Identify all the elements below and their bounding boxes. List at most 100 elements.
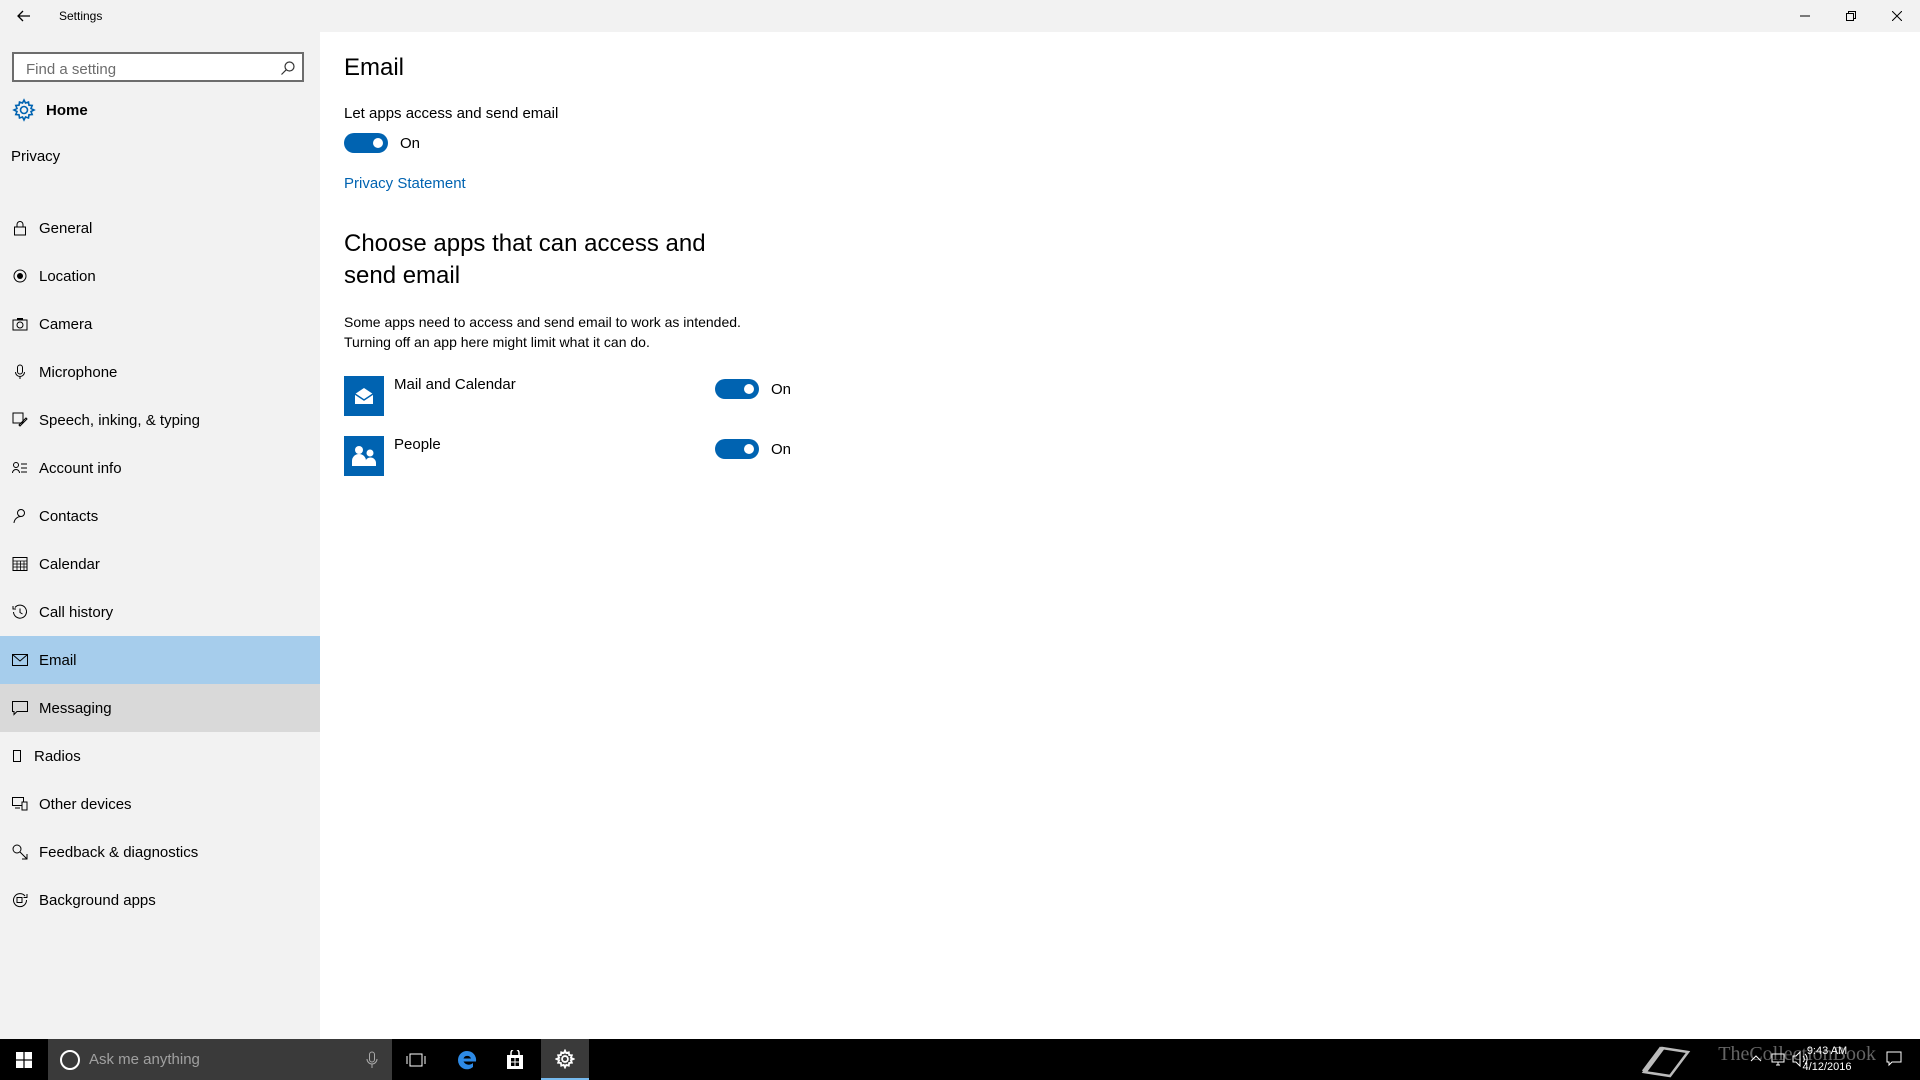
settings-search-box[interactable] — [12, 52, 304, 82]
cortana-icon — [60, 1050, 80, 1070]
sidebar-item-label: Feedback & diagnostics — [39, 843, 199, 861]
gear-icon — [12, 98, 36, 122]
email-access-toggle[interactable] — [344, 133, 388, 153]
chevron-up-icon — [1750, 1055, 1762, 1062]
sidebar-item-microphone[interactable]: Microphone — [0, 348, 320, 396]
settings-search-input[interactable] — [24, 59, 278, 79]
message-icon — [12, 700, 28, 716]
sidebar-item-other-devices[interactable]: Other devices — [0, 780, 320, 828]
sidebar-item-label: Contacts — [39, 507, 99, 525]
minimize-button[interactable] — [1782, 0, 1828, 32]
sidebar-item-account-info[interactable]: Account info — [0, 444, 320, 492]
sidebar-item-contacts[interactable]: Contacts — [0, 492, 320, 540]
apps-description-line: Turning off an app here might limit what… — [344, 334, 650, 350]
home-nav-item[interactable]: Home — [0, 92, 320, 128]
windows-logo-icon — [16, 1051, 32, 1068]
apps-description: Some apps need to access and send email … — [344, 312, 804, 352]
feedback-icon — [12, 844, 28, 860]
network-button[interactable] — [1770, 1051, 1786, 1067]
sidebar-item-label: Email — [39, 651, 77, 669]
app-toggle-row: On — [715, 439, 791, 459]
app-row-mail-calendar: Mail and Calendar On — [344, 376, 844, 418]
sidebar-item-location[interactable]: Location — [0, 252, 320, 300]
mail-calendar-toggle[interactable] — [715, 379, 759, 399]
page-title: Email — [344, 54, 405, 81]
taskbar: Ask me anything TheCollectionBook 9:43 A… — [0, 1039, 1920, 1080]
privacy-nav-list: General Location Camera Microphone Speec… — [0, 204, 320, 924]
sidebar-item-label: General — [39, 219, 93, 237]
sidebar-item-feedback[interactable]: Feedback & diagnostics — [0, 828, 320, 876]
app-row-people: People On — [344, 436, 844, 478]
clock-date: 4/12/2016 — [1802, 1061, 1852, 1073]
close-icon — [1892, 11, 1902, 21]
sidebar-item-label: Other devices — [39, 795, 132, 813]
toggle-knob — [744, 384, 754, 394]
system-tray: TheCollectionBook 9:43 AM 4/12/2016 — [1620, 1039, 1920, 1080]
mail-calendar-icon — [344, 376, 384, 416]
sidebar-item-label: Call history — [39, 603, 114, 621]
home-label: Home — [46, 101, 88, 119]
clock-time: 9:43 AM — [1806, 1045, 1848, 1057]
sidebar-item-messaging[interactable]: Messaging — [0, 684, 320, 732]
contacts-icon — [12, 508, 28, 524]
sidebar-item-label: Camera — [39, 315, 93, 333]
sidebar-item-email[interactable]: Email — [0, 636, 320, 684]
minimize-icon — [1800, 15, 1810, 17]
sidebar-item-camera[interactable]: Camera — [0, 300, 320, 348]
show-hidden-icons-button[interactable] — [1750, 1052, 1762, 1064]
store-icon — [507, 1049, 523, 1069]
settings-taskbar-button[interactable] — [541, 1039, 589, 1080]
sidebar-item-radios[interactable]: Radios — [0, 732, 320, 780]
store-taskbar-button[interactable] — [491, 1039, 539, 1080]
title-bar: Settings — [0, 0, 1920, 32]
window-title: Settings — [59, 9, 103, 23]
sidebar-item-label: Location — [39, 267, 96, 285]
people-toggle[interactable] — [715, 439, 759, 459]
network-icon — [1771, 1053, 1785, 1066]
master-toggle-row: On — [344, 133, 420, 153]
microphone-icon[interactable] — [364, 1051, 380, 1069]
task-view-icon — [406, 1053, 426, 1066]
toggle-state-label: On — [771, 380, 792, 398]
sidebar-item-label: Calendar — [39, 555, 100, 573]
close-button[interactable] — [1874, 0, 1920, 32]
start-button[interactable] — [0, 1039, 48, 1080]
devices-icon — [12, 796, 28, 812]
account-info-icon — [12, 460, 28, 476]
sidebar-item-label: Messaging — [39, 699, 112, 717]
notification-icon — [1886, 1051, 1902, 1067]
microphone-icon — [12, 364, 28, 380]
sidebar-item-label: Background apps — [39, 891, 156, 909]
app-name: Mail and Calendar — [394, 376, 516, 393]
search-icon[interactable] — [280, 60, 296, 76]
edge-icon — [457, 1050, 477, 1069]
sidebar-item-call-history[interactable]: Call history — [0, 588, 320, 636]
sidebar-item-calendar[interactable]: Calendar — [0, 540, 320, 588]
sidebar-item-background-apps[interactable]: Background apps — [0, 876, 320, 924]
sidebar-item-label: Account info — [39, 459, 122, 477]
toggle-state-label: On — [771, 440, 792, 458]
radio-icon — [12, 748, 22, 764]
restore-button[interactable] — [1828, 0, 1874, 32]
task-view-button[interactable] — [392, 1039, 440, 1080]
cortana-search-box[interactable]: Ask me anything — [48, 1039, 392, 1080]
privacy-statement-link[interactable]: Privacy Statement — [344, 175, 466, 192]
sidebar-item-label: Speech, inking, & typing — [39, 411, 200, 429]
restore-icon — [1846, 11, 1856, 21]
sidebar-item-general[interactable]: General — [0, 204, 320, 252]
action-center-button[interactable] — [1886, 1051, 1902, 1067]
sidebar: Home Privacy General Location Camera Mic… — [0, 32, 320, 1039]
apps-description-line: Some apps need to access and send email … — [344, 314, 741, 330]
history-icon — [12, 604, 28, 620]
sidebar-item-label: Microphone — [39, 363, 118, 381]
app-toggle-row: On — [715, 379, 791, 399]
edge-taskbar-button[interactable] — [443, 1039, 491, 1080]
master-toggle-caption: Let apps access and send email — [344, 105, 559, 122]
taskbar-clock[interactable]: 9:43 AM 4/12/2016 — [1792, 1043, 1862, 1075]
sidebar-item-speech[interactable]: Speech, inking, & typing — [0, 396, 320, 444]
back-button[interactable] — [12, 4, 36, 28]
mail-icon — [12, 652, 28, 668]
speech-icon — [12, 412, 28, 428]
camera-icon — [12, 316, 28, 332]
app-name: People — [394, 436, 441, 453]
